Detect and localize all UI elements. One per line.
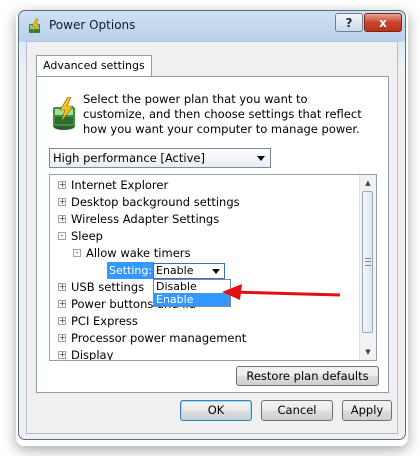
settings-tree[interactable]: + Internet Explorer + Desktop background…	[49, 174, 377, 361]
expand-icon[interactable]: +	[58, 181, 66, 189]
expand-icon[interactable]: +	[58, 317, 66, 325]
advanced-settings-panel: Select the power plan that you want to c…	[36, 76, 389, 393]
tree-item-label: Display	[71, 348, 114, 361]
expand-icon[interactable]: +	[58, 300, 66, 308]
scroll-down-arrow-icon[interactable]: ▼	[360, 344, 376, 360]
dialog-client-area: Advanced settings Select the power plan …	[26, 41, 398, 434]
scrollbar-thumb[interactable]	[362, 191, 373, 333]
cancel-button[interactable]: Cancel	[261, 400, 333, 421]
description-text: Select the power plan that you want to c…	[83, 92, 362, 136]
collapse-icon[interactable]: -	[58, 232, 66, 240]
tree-item-label: Desktop background settings	[71, 195, 240, 209]
setting-select[interactable]: Enable	[153, 263, 225, 279]
collapse-icon[interactable]: -	[73, 249, 81, 257]
tree-item-label: Internet Explorer	[71, 178, 169, 192]
help-button[interactable]: ?	[335, 13, 363, 32]
chevron-down-icon[interactable]	[257, 156, 265, 161]
tree-item-label: Allow wake timers	[86, 246, 191, 260]
vertical-scrollbar[interactable]: ▲ ▼	[359, 175, 376, 360]
expand-icon[interactable]: +	[58, 283, 66, 291]
apply-button[interactable]: Apply	[342, 400, 392, 421]
expand-icon[interactable]: +	[58, 334, 66, 342]
ok-button[interactable]: OK	[180, 400, 252, 421]
expand-icon[interactable]: +	[58, 215, 66, 223]
tree-item-label: Processor power management	[71, 331, 247, 345]
setting-select-value: Enable	[156, 264, 194, 277]
dropdown-option-disable[interactable]: Disable	[154, 280, 230, 293]
setting-label: Setting:	[107, 262, 155, 279]
setting-dropdown-list[interactable]: Disable Enable	[153, 279, 231, 307]
tree-item-label: Wireless Adapter Settings	[71, 212, 220, 226]
window-title: Power Options	[49, 18, 136, 32]
power-plan-select[interactable]: High performance [Active]	[49, 148, 271, 168]
tree-item-setting[interactable]: Setting: Enable	[50, 262, 350, 279]
close-button[interactable]: x	[364, 13, 402, 32]
tree-item-label: Sleep	[71, 229, 103, 243]
close-icon: x	[379, 15, 387, 30]
expand-icon[interactable]: +	[58, 198, 66, 206]
dropdown-option-enable[interactable]: Enable	[154, 293, 230, 306]
expand-icon[interactable]: +	[58, 351, 66, 359]
tree-item-label: PCI Express	[71, 314, 138, 328]
power-options-dialog: Power Options ? x Advanced settings Sele…	[18, 10, 406, 440]
scroll-up-arrow-icon[interactable]: ▲	[360, 175, 376, 191]
power-plan-icon	[53, 97, 75, 130]
tree-item-label: USB settings	[71, 280, 145, 294]
restore-plan-defaults-button[interactable]: Restore plan defaults	[236, 366, 379, 386]
power-options-icon	[29, 18, 40, 33]
tab-advanced-settings[interactable]: Advanced settings	[36, 55, 152, 77]
title-bar[interactable]: Power Options ? x	[19, 11, 405, 41]
grip-icon	[365, 258, 371, 266]
chevron-down-icon[interactable]	[212, 269, 220, 274]
power-plan-value: High performance [Active]	[53, 151, 205, 165]
help-icon: ?	[345, 15, 353, 30]
